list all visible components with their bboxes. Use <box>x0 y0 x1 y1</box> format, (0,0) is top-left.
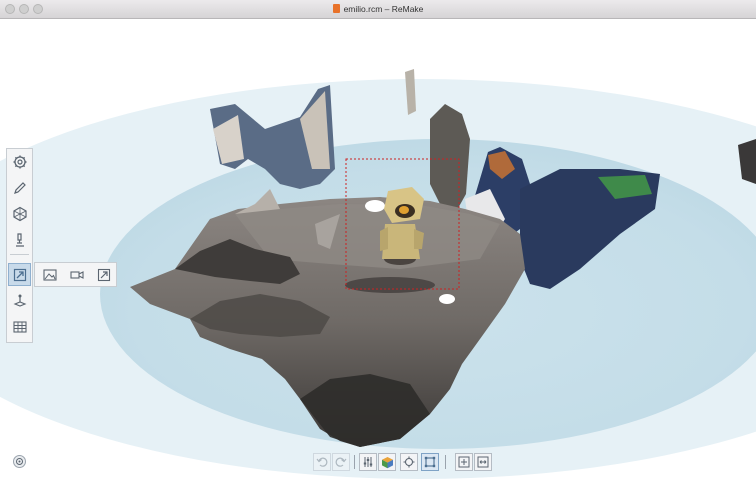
hexagon-icon <box>12 206 27 221</box>
sliders-icon <box>363 457 373 467</box>
grid-button[interactable] <box>8 315 31 338</box>
scene-canvas <box>0 69 756 479</box>
fit-view-button[interactable] <box>455 453 473 471</box>
adjust-button[interactable] <box>359 453 377 471</box>
print-3d-button[interactable] <box>8 228 31 251</box>
export-model-button[interactable] <box>92 263 115 286</box>
grid-icon <box>12 320 27 333</box>
title-bar: emilio.rcm – ReMake <box>0 0 756 19</box>
undo-button[interactable] <box>313 453 331 471</box>
microscope-icon <box>15 232 24 247</box>
bottom-toolbar-divider <box>354 455 355 469</box>
app-window: emilio.rcm – ReMake <box>0 0 756 479</box>
fit-width-button[interactable] <box>474 453 492 471</box>
left-toolbar <box>6 148 33 343</box>
settings-button[interactable] <box>8 150 31 173</box>
crosshair-icon <box>403 456 415 468</box>
undo-icon <box>316 457 328 467</box>
toolbar-divider <box>10 254 29 255</box>
bounding-box-icon <box>424 456 436 468</box>
gear-icon <box>13 155 26 168</box>
navigation-help-button[interactable] <box>13 455 26 468</box>
video-camera-icon <box>69 270 84 279</box>
orient-icon <box>13 294 26 307</box>
orbit-icon <box>16 458 23 465</box>
export-image-button[interactable] <box>38 263 61 286</box>
export-button[interactable] <box>8 263 31 286</box>
redo-icon <box>335 457 347 467</box>
fit-width-icon <box>477 456 489 468</box>
figure-shadow <box>345 277 435 293</box>
pencil-icon <box>13 181 26 194</box>
remake-app-icon <box>332 4 340 13</box>
viewport-3d[interactable] <box>0 19 756 479</box>
edit-button[interactable] <box>8 176 31 199</box>
export-arrow-icon <box>97 268 110 281</box>
material-button[interactable] <box>378 453 396 471</box>
orient-button[interactable] <box>8 289 31 312</box>
analyze-button[interactable] <box>8 202 31 225</box>
export-video-button[interactable] <box>65 263 88 286</box>
export-flyout <box>34 262 117 287</box>
bottom-toolbar-divider <box>445 455 446 469</box>
fit-view-icon <box>458 456 470 468</box>
scan-floor-hole <box>439 294 455 304</box>
scan-floor-hole-small <box>365 200 385 212</box>
bounding-box-button[interactable] <box>421 453 439 471</box>
window-title-wrap: emilio.rcm – ReMake <box>0 0 756 18</box>
center-view-button[interactable] <box>400 453 418 471</box>
window-title: emilio.rcm – ReMake <box>343 4 424 14</box>
export-arrow-icon <box>13 268 26 281</box>
textured-cube-icon <box>381 456 393 468</box>
image-icon <box>42 268 57 281</box>
redo-button[interactable] <box>332 453 350 471</box>
